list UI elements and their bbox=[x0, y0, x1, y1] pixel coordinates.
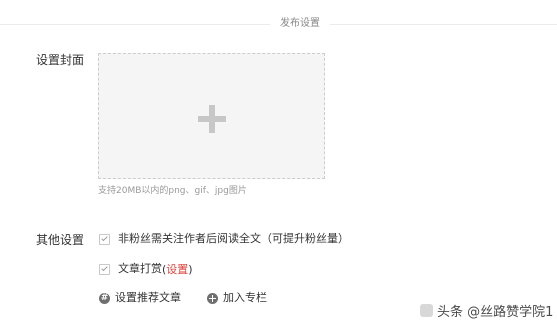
reward-option[interactable]: 文章打赏 ( 设置 ) bbox=[99, 262, 193, 276]
cover-upload-area[interactable] bbox=[98, 53, 325, 179]
upload-hint-text: 支持20MB以内的png、gif、jpg图片 bbox=[98, 186, 247, 196]
header-divider-left bbox=[0, 24, 270, 25]
hash-circle-icon bbox=[99, 292, 110, 304]
follow-to-read-label: 非粉丝需关注作者后阅读全文（可提升粉丝量） bbox=[118, 232, 349, 245]
other-settings-label: 其他设置 bbox=[36, 233, 85, 247]
header-divider-right bbox=[330, 24, 557, 25]
paren-close: ) bbox=[188, 262, 193, 276]
reward-settings-link[interactable]: 设置 bbox=[166, 261, 188, 277]
reward-label: 文章打赏 bbox=[118, 262, 162, 275]
follow-to-read-checkbox[interactable] bbox=[99, 233, 110, 245]
watermark-text: 头条 @丝路赞学院1 bbox=[437, 304, 554, 320]
add-circle-icon bbox=[207, 292, 218, 304]
set-recommended-articles-button[interactable]: 设置推荐文章 bbox=[99, 291, 181, 305]
set-recommended-articles-label: 设置推荐文章 bbox=[115, 291, 181, 304]
publish-settings-header: 发布设置 bbox=[0, 0, 557, 34]
follow-to-read-option[interactable]: 非粉丝需关注作者后阅读全文（可提升粉丝量） bbox=[99, 232, 349, 246]
toutiao-logo-icon bbox=[420, 303, 433, 317]
add-to-column-button[interactable]: 加入专栏 bbox=[207, 291, 267, 305]
section-title: 发布设置 bbox=[280, 18, 320, 29]
reward-checkbox[interactable] bbox=[99, 263, 110, 275]
add-to-column-label: 加入专栏 bbox=[223, 291, 267, 304]
watermark: 头条 @丝路赞学院1 bbox=[420, 300, 553, 320]
cover-settings-label: 设置封面 bbox=[36, 53, 85, 67]
plus-icon bbox=[198, 105, 226, 133]
